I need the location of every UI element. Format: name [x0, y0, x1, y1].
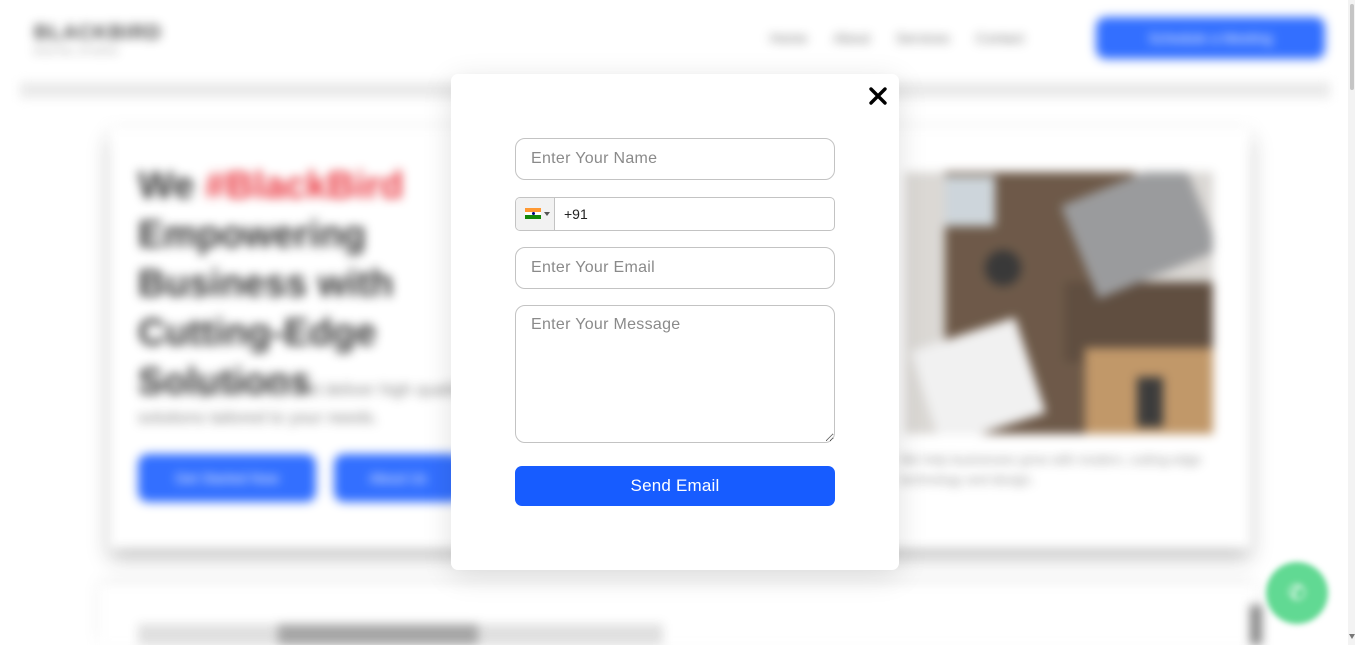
contact-modal: Send Email: [451, 74, 899, 570]
phone-input[interactable]: [555, 198, 834, 230]
name-field[interactable]: [515, 138, 835, 180]
close-button[interactable]: [865, 83, 891, 109]
email-field[interactable]: [515, 247, 835, 289]
message-field[interactable]: [515, 305, 835, 443]
chevron-down-icon: [544, 212, 550, 216]
country-code-select[interactable]: [516, 198, 555, 230]
scroll-down-arrow-icon[interactable]: [1349, 634, 1355, 639]
phone-field: [515, 197, 835, 231]
page-scrollbar[interactable]: [1348, 0, 1355, 645]
close-icon: [869, 87, 887, 105]
send-email-button[interactable]: Send Email: [515, 466, 835, 506]
scrollbar-thumb[interactable]: [1350, 4, 1354, 90]
india-flag-icon: [525, 208, 541, 219]
